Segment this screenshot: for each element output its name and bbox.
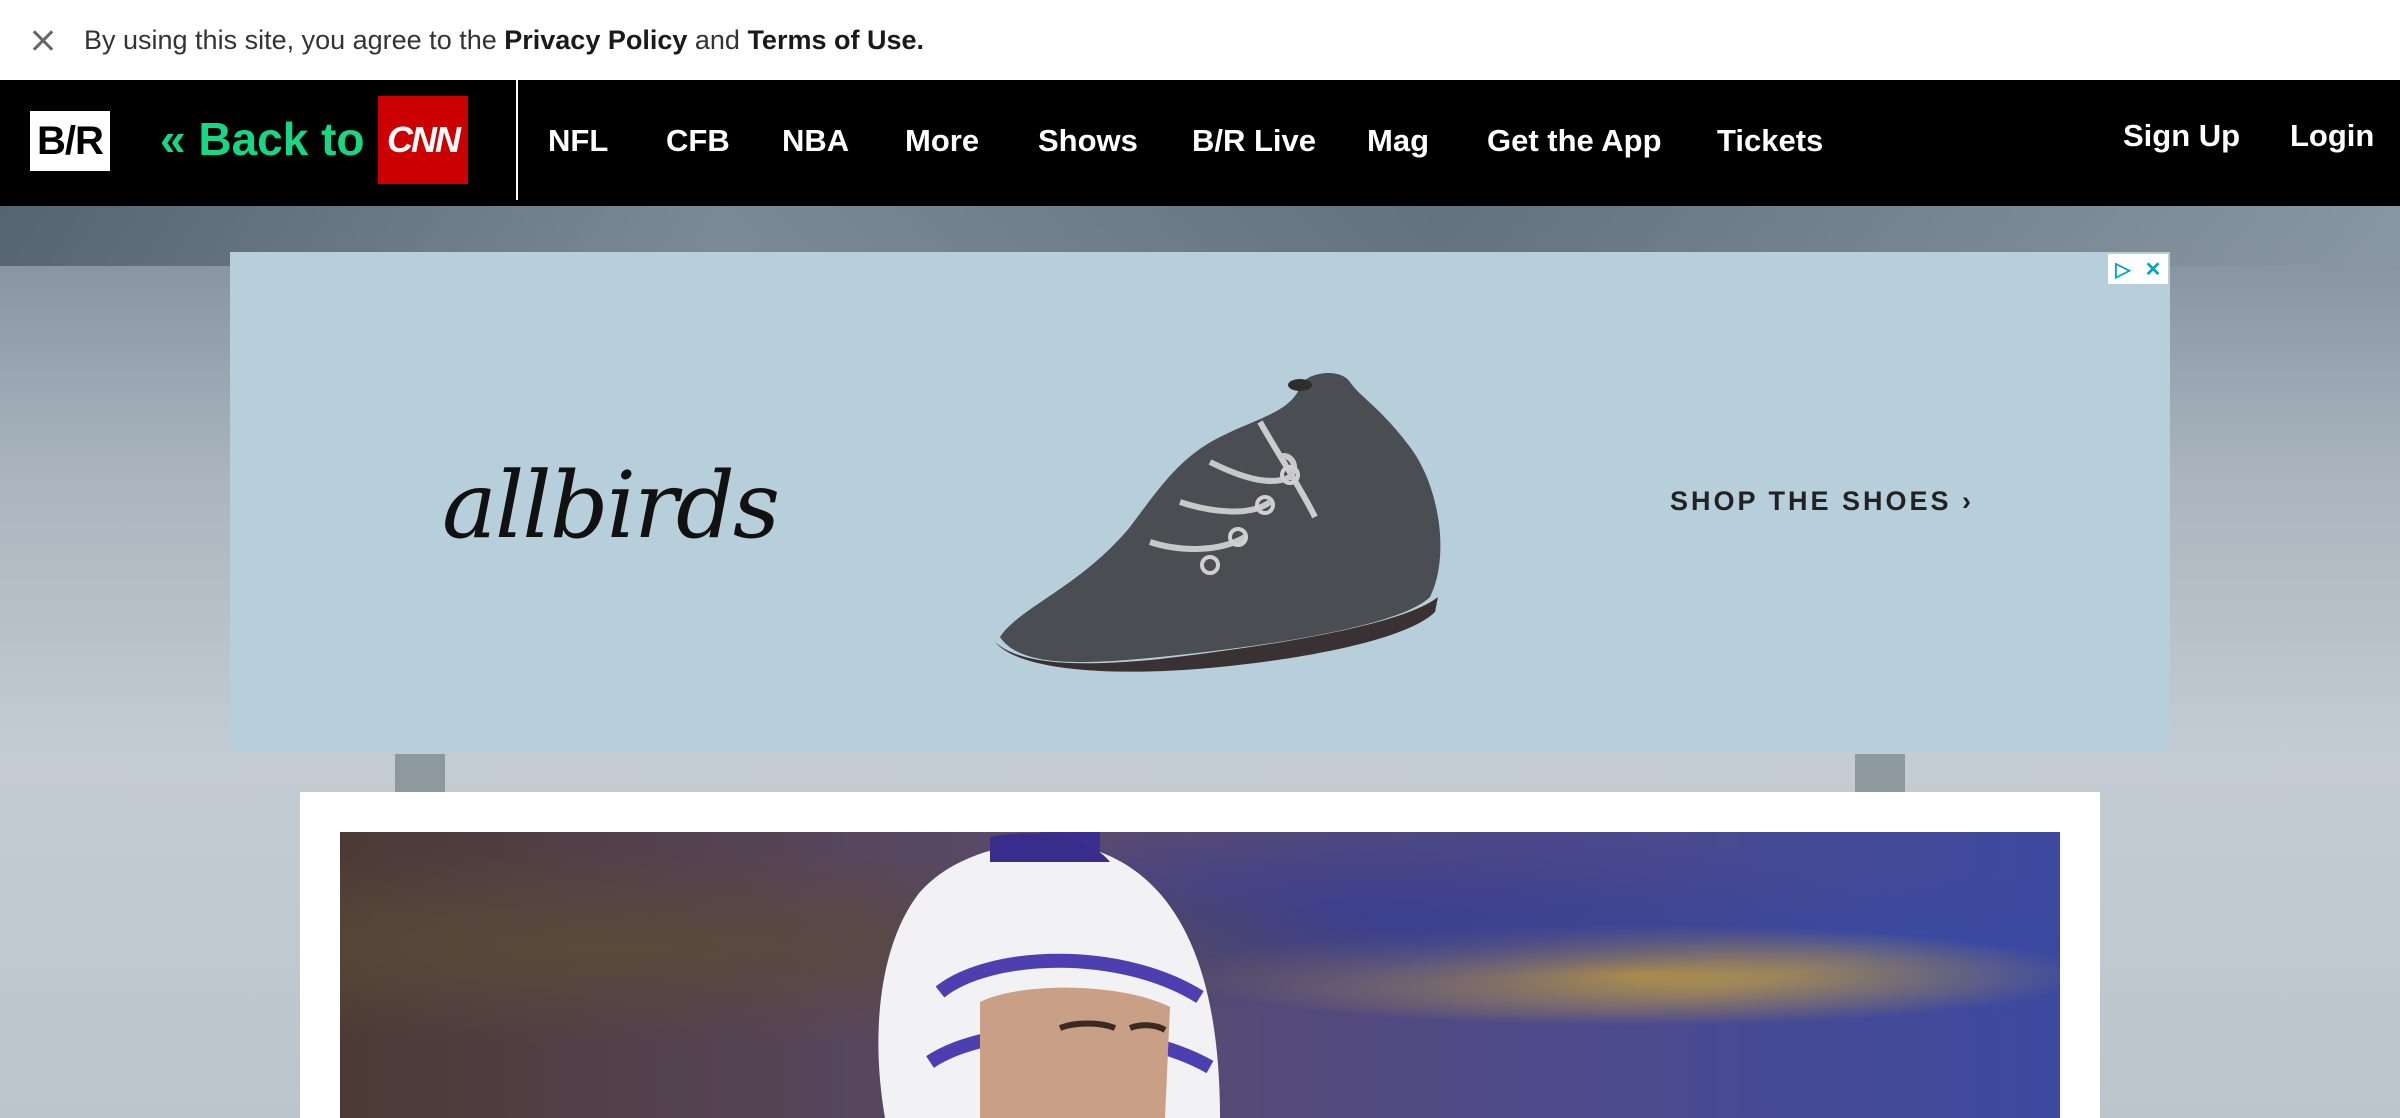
nav-item-nfl[interactable]: NFL bbox=[548, 123, 608, 159]
background-post bbox=[395, 754, 445, 794]
football-player-image bbox=[878, 832, 1220, 1118]
nav-item-shows[interactable]: Shows bbox=[1038, 123, 1138, 159]
article-hero-image[interactable] bbox=[340, 832, 2060, 1118]
nav-item-br-live[interactable]: B/R Live bbox=[1192, 123, 1316, 159]
consent-text: By using this site, you agree to the Pri… bbox=[84, 25, 924, 56]
back-to-link[interactable]: « Back to bbox=[160, 112, 365, 166]
nav-item-more[interactable]: More bbox=[905, 123, 979, 159]
nav-item-cfb[interactable]: CFB bbox=[666, 123, 730, 159]
consent-middle: and bbox=[687, 24, 748, 55]
sign-up-link[interactable]: Sign Up bbox=[2123, 118, 2240, 154]
close-icon[interactable] bbox=[22, 20, 62, 60]
background-post bbox=[1855, 754, 1905, 794]
top-nav: B/R « Back to CNN NFL CFB NBA More Shows… bbox=[0, 80, 2400, 206]
nav-item-mag[interactable]: Mag bbox=[1367, 123, 1429, 159]
br-logo[interactable]: B/R bbox=[30, 111, 110, 171]
article-card bbox=[300, 792, 2100, 1118]
nav-item-tickets[interactable]: Tickets bbox=[1717, 123, 1823, 159]
shoe-image bbox=[995, 372, 1441, 672]
nav-divider bbox=[516, 80, 518, 200]
terms-of-use-link[interactable]: Terms of Use. bbox=[747, 25, 924, 55]
login-link[interactable]: Login bbox=[2290, 118, 2374, 154]
close-icon[interactable]: ✕ bbox=[2138, 254, 2168, 284]
consent-banner: By using this site, you agree to the Pri… bbox=[0, 0, 2400, 80]
shop-the-shoes-button[interactable]: SHOP THE SHOES › bbox=[1670, 486, 1974, 517]
adchoices-icon[interactable]: ▷ bbox=[2108, 254, 2138, 284]
ad-controls: ▷ ✕ bbox=[2108, 254, 2168, 284]
advertisement[interactable]: allbirds SHOP THE SHOES › ▷ ✕ bbox=[230, 252, 2170, 752]
ad-brand-logo: allbirds bbox=[442, 452, 780, 559]
cnn-logo[interactable]: CNN bbox=[378, 96, 468, 184]
nav-item-get-the-app[interactable]: Get the App bbox=[1487, 123, 1662, 159]
consent-prefix: By using this site, you agree to the bbox=[84, 24, 505, 55]
privacy-policy-link[interactable]: Privacy Policy bbox=[504, 25, 687, 55]
nav-item-nba[interactable]: NBA bbox=[782, 123, 849, 159]
